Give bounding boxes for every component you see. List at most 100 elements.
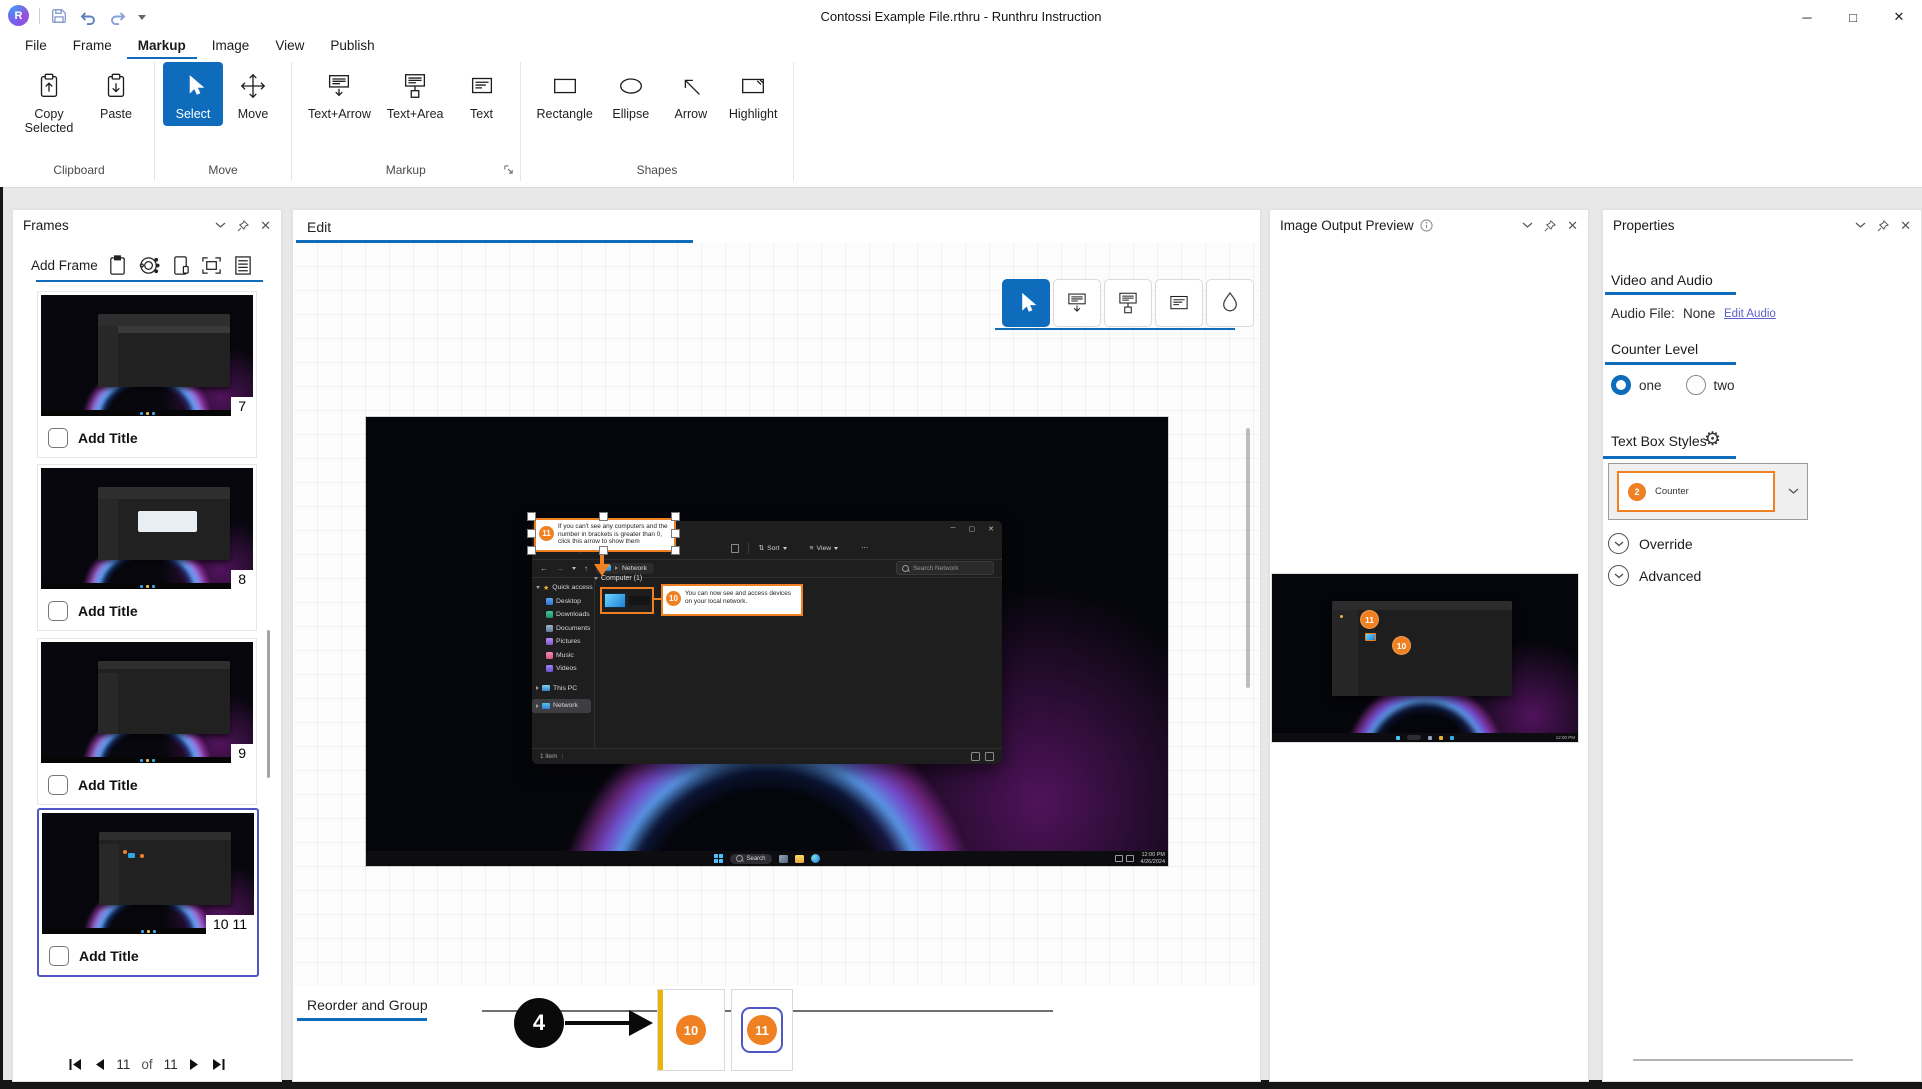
sidebar-downloads: Downloads (532, 608, 594, 622)
style-dropdown[interactable]: 2 Counter (1608, 463, 1808, 520)
selection-handle[interactable] (527, 546, 536, 555)
pin-icon[interactable] (1544, 219, 1557, 232)
frame-card-8[interactable]: 8 Add Title (37, 464, 257, 631)
radio-one-label: one (1639, 377, 1662, 393)
group-tile-11-selected[interactable]: 11 (731, 989, 793, 1071)
list-frame-icon[interactable] (233, 254, 253, 277)
selection-handle[interactable] (599, 512, 608, 521)
canvas-text-tool[interactable] (1155, 279, 1203, 327)
ellipse-button[interactable]: Ellipse (601, 62, 661, 126)
canvas-text-area-tool[interactable] (1104, 279, 1152, 327)
text-button[interactable]: Text (452, 62, 512, 126)
taskbar-clock: 12:00 PM 4/26/2024 (1140, 852, 1165, 865)
paste-frame-icon[interactable] (107, 254, 128, 277)
canvas-blur-tool[interactable] (1206, 279, 1254, 327)
menu-frame[interactable]: Frame (62, 34, 123, 59)
panel-bottom-divider (1633, 1059, 1853, 1061)
selection-handle[interactable] (527, 512, 536, 521)
edit-audio-link[interactable]: Edit Audio (1724, 308, 1776, 320)
radio-one[interactable] (1611, 375, 1631, 395)
window-chrome: R Contossi Example File.rthru - Runthru … (0, 0, 1922, 188)
canvas-text-arrow-tool[interactable] (1053, 279, 1101, 327)
radio-two[interactable] (1685, 375, 1706, 395)
frame-number-badge: 7 (231, 397, 253, 416)
next-frame-icon[interactable] (189, 1058, 200, 1071)
gear-icon[interactable]: ⚙ (1704, 428, 1721, 451)
computer-item-highlight-rect[interactable] (600, 587, 654, 614)
add-title-checkbox[interactable] (49, 946, 69, 966)
close-icon[interactable]: ✕ (260, 219, 271, 232)
pagination-of: of (141, 1057, 153, 1072)
selection-handle[interactable] (671, 546, 680, 555)
computer-section-header: Computer (1) (594, 575, 642, 582)
frame-thumbnail[interactable]: 10 11 (42, 813, 254, 934)
selection-handle[interactable] (599, 546, 608, 555)
close-icon[interactable]: ✕ (1900, 219, 1911, 232)
frame-thumbnail[interactable]: 9 (41, 642, 253, 763)
region-frame-icon[interactable] (200, 254, 224, 277)
first-frame-icon[interactable] (68, 1058, 83, 1071)
canvas-select-tool[interactable] (1002, 279, 1050, 327)
capture-frame-icon[interactable] (137, 254, 162, 277)
arrow-shape-button[interactable]: Arrow (661, 62, 721, 126)
text-area-button[interactable]: Text+Area (379, 62, 452, 126)
frames-scrollbar-thumb[interactable] (267, 630, 270, 778)
textbox-icon (471, 77, 492, 94)
edit-tab[interactable]: Edit (307, 219, 331, 235)
up-icon: ↑ (584, 563, 588, 573)
chevron-down-icon[interactable] (215, 222, 226, 229)
edited-screenshot[interactable]: Network ─▢✕ ＋ New ⇅ Sort ≡ View (366, 417, 1168, 866)
selection-handle[interactable] (671, 529, 680, 538)
advanced-expander[interactable]: Advanced (1608, 565, 1701, 586)
frame-thumbnail[interactable]: 8 (41, 468, 253, 589)
tile-10-badge: 10 (676, 1015, 706, 1045)
highlight-button[interactable]: Highlight (721, 62, 786, 126)
device-frame-icon[interactable] (171, 254, 191, 277)
menu-publish[interactable]: Publish (319, 34, 385, 59)
menu-view[interactable]: View (264, 34, 315, 59)
textbox-arrow-icon (329, 75, 350, 97)
previous-frame-icon[interactable] (94, 1058, 105, 1071)
rectangle-button[interactable]: Rectangle (529, 62, 601, 126)
last-frame-icon[interactable] (211, 1058, 226, 1071)
add-title-checkbox[interactable] (48, 601, 68, 621)
frame-card-7[interactable]: 7 Add Title (37, 291, 257, 458)
info-icon[interactable] (1419, 219, 1433, 232)
copy-selected-button[interactable]: Copy Selected (12, 62, 86, 141)
close-button[interactable]: ✕ (1876, 0, 1922, 34)
search-icon (902, 564, 909, 572)
canvas-toolbar (1002, 279, 1254, 327)
chevron-down-icon[interactable] (1855, 222, 1866, 229)
close-icon[interactable]: ✕ (1567, 219, 1578, 232)
edit-scrollbar-thumb[interactable] (1246, 428, 1250, 688)
edit-canvas-area[interactable]: Network ─▢✕ ＋ New ⇅ Sort ≡ View (294, 243, 1259, 1012)
callout-10[interactable]: 10 You can now see and access devices on… (661, 584, 803, 616)
selection-handle[interactable] (671, 512, 680, 521)
ribbon-group-markup: Text+Arrow Text+Area Text Markup (292, 62, 521, 181)
application-window: R Contossi Example File.rthru - Runthru … (0, 0, 1922, 1089)
menu-file[interactable]: File (14, 34, 58, 59)
sidebar-quick-access: ★ Quick access (532, 581, 594, 595)
add-title-checkbox[interactable] (48, 775, 68, 795)
chevron-down-icon[interactable] (1522, 222, 1533, 229)
maximize-button[interactable]: □ (1830, 0, 1876, 34)
markup-dialog-launcher-icon[interactable] (503, 164, 514, 175)
add-title-checkbox[interactable] (48, 428, 68, 448)
frame-card-10-11-selected[interactable]: 10 11 Add Title (37, 808, 259, 977)
move-tool-button[interactable]: Move (223, 62, 283, 126)
text-arrow-button[interactable]: Text+Arrow (300, 62, 379, 126)
selection-handle[interactable] (527, 529, 536, 538)
frame-thumbnail[interactable]: 7 (41, 295, 253, 416)
ribbon-group-clipboard: Copy Selected Paste Clipboard (8, 62, 155, 181)
style-preview: 2 Counter (1617, 471, 1775, 512)
menu-markup[interactable]: Markup (126, 34, 197, 59)
pin-icon[interactable] (237, 219, 250, 232)
paste-button[interactable]: Paste (86, 62, 146, 126)
group-tile-10[interactable]: 10 (657, 989, 725, 1071)
override-expander[interactable]: Override (1608, 533, 1693, 554)
minimize-button[interactable]: ─ (1784, 0, 1830, 34)
frame-card-9[interactable]: 9 Add Title (37, 638, 257, 805)
pin-icon[interactable] (1877, 219, 1890, 232)
select-tool-button[interactable]: Select (163, 62, 223, 127)
menu-image[interactable]: Image (201, 34, 261, 59)
